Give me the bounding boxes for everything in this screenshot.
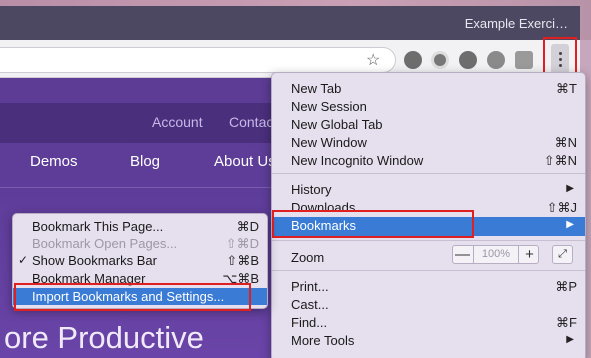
refresh-icon[interactable] <box>459 51 477 69</box>
star-icon[interactable]: ☆ <box>366 50 380 70</box>
kebab-menu-icon[interactable] <box>551 44 569 74</box>
menu-separator <box>272 240 585 241</box>
menu-new-session[interactable]: New Session <box>272 98 585 116</box>
check-circle-icon[interactable] <box>404 51 422 69</box>
nav-blog[interactable]: Blog <box>130 153 160 170</box>
zoom-in-button[interactable]: + <box>520 246 539 263</box>
avatar-icon[interactable] <box>487 51 505 69</box>
bookmark-ext-icon[interactable] <box>515 51 533 69</box>
import-highlight <box>14 283 251 311</box>
menu-new-window[interactable]: New Window ⌘N <box>272 134 585 152</box>
browser-titlebar: Example Exerci… <box>0 6 580 40</box>
window-title: Example Exerci… <box>464 16 568 31</box>
menu-new-global-tab[interactable]: New Global Tab <box>272 116 585 134</box>
zoom-out-button[interactable]: — <box>453 246 472 263</box>
crosshair-icon[interactable] <box>431 51 449 69</box>
submenu-bookmark-open-pages: Bookmark Open Pages... ⇧⌘D <box>32 236 259 251</box>
nav-about[interactable]: About Us <box>214 153 276 170</box>
submenu-bookmark-page[interactable]: Bookmark This Page... ⌘D <box>13 218 267 236</box>
fullscreen-icon[interactable]: ⤢ <box>552 245 573 264</box>
menu-new-tab[interactable]: New Tab ⌘T <box>272 80 585 98</box>
nav-account[interactable]: Account <box>152 114 203 130</box>
zoom-control: — 100% + <box>452 245 539 264</box>
nav-demos[interactable]: Demos <box>30 153 78 170</box>
menu-separator <box>272 270 585 271</box>
hero-heading: ore Productive <box>4 320 204 355</box>
zoom-level: 100% <box>473 246 519 263</box>
menu-new-incognito[interactable]: New Incognito Window ⇧⌘N <box>272 152 585 170</box>
menu-history[interactable]: History ▶ <box>272 181 585 199</box>
submenu-show-bookmarks-bar[interactable]: ✓ Show Bookmarks Bar ⇧⌘B <box>13 252 267 270</box>
menu-cast[interactable]: Cast... <box>272 296 585 314</box>
menu-separator <box>272 173 585 174</box>
nav-contact[interactable]: Contac <box>229 114 273 130</box>
menu-more-tools[interactable]: More Tools ▶ <box>272 332 585 350</box>
menu-print[interactable]: Print... ⌘P <box>272 278 585 296</box>
bookmarks-highlight <box>272 210 474 238</box>
menu-find[interactable]: Find... ⌘F <box>272 314 585 332</box>
checkmark-icon: ✓ <box>18 253 29 267</box>
address-bar[interactable]: ☆ <box>0 47 396 73</box>
